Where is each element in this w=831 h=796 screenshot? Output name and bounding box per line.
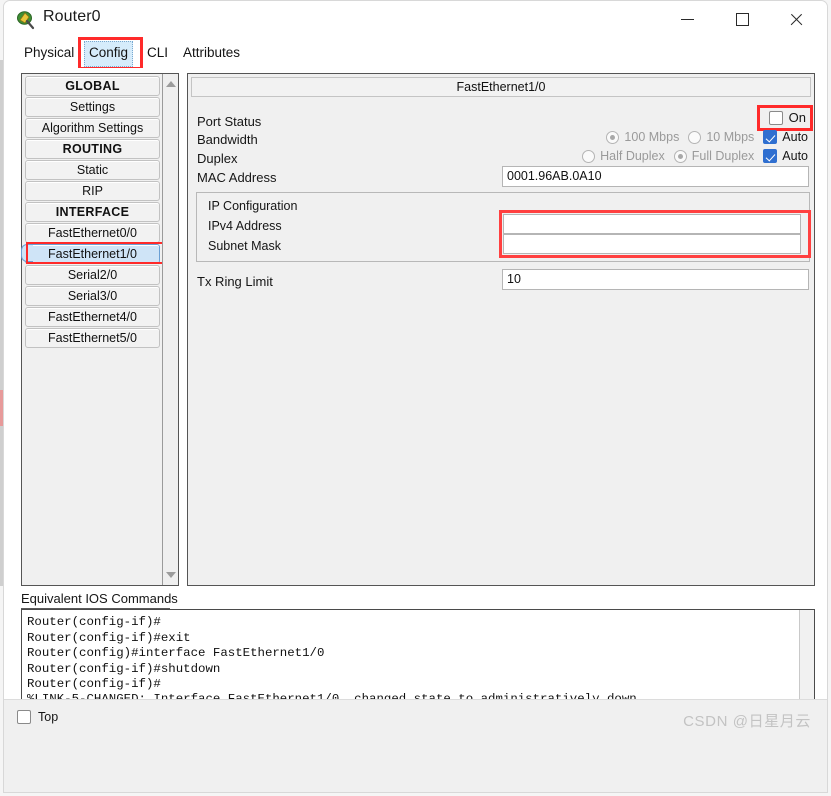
top-checkbox-group[interactable]: Top xyxy=(17,710,58,724)
sidebar-item-fastethernet1-0[interactable]: FastEthernet1/0 xyxy=(25,244,160,264)
config-sidebar: GLOBAL Settings Algorithm Settings ROUTI… xyxy=(21,73,179,586)
sidebar-item-serial3-0[interactable]: Serial3/0 xyxy=(25,286,160,306)
title-bar: Router0 xyxy=(4,1,827,38)
mac-address-field[interactable]: 0001.96AB.0A10 xyxy=(502,166,809,187)
top-checkbox[interactable] xyxy=(17,710,31,724)
top-label: Top xyxy=(38,710,59,724)
sidebar-item-list: GLOBAL Settings Algorithm Settings ROUTI… xyxy=(21,74,164,349)
label-bandwidth: Bandwidth xyxy=(197,132,258,147)
sidebar-item-fastethernet5-0[interactable]: FastEthernet5/0 xyxy=(25,328,160,348)
minimize-icon xyxy=(680,19,694,20)
tab-cli[interactable]: CLI xyxy=(143,41,172,65)
checkbox-bandwidth-auto[interactable] xyxy=(763,130,778,144)
port-status-checkbox[interactable] xyxy=(768,110,783,125)
interface-config-panel: FastEthernet1/0 Port Status Bandwidth Du… xyxy=(187,73,815,586)
window-footer: Top CSDN @日星月云 xyxy=(4,699,827,792)
label-ipv4-address: IPv4 Address xyxy=(208,219,282,233)
window-content: GLOBAL Settings Algorithm Settings ROUTI… xyxy=(4,68,827,792)
tab-attributes[interactable]: Attributes xyxy=(179,41,244,65)
router-config-window: Router0 Physical Config CLI Attributes G… xyxy=(3,0,828,793)
label-mac-address: MAC Address xyxy=(197,170,277,185)
sidebar-item-fastethernet0-0[interactable]: FastEthernet0/0 xyxy=(25,223,160,243)
subnet-mask-input[interactable] xyxy=(503,234,801,254)
tab-bar: Physical Config CLI Attributes xyxy=(4,37,827,70)
label-port-status: Port Status xyxy=(197,114,262,129)
radio-half-duplex[interactable] xyxy=(582,149,596,163)
minimize-button[interactable] xyxy=(664,1,710,38)
port-status-toggle-group[interactable]: On xyxy=(768,110,806,125)
scroll-down-button[interactable] xyxy=(163,567,178,583)
label-bandwidth-100mbps: 100 Mbps xyxy=(624,130,680,144)
sidebar-scrollbar[interactable] xyxy=(162,74,178,585)
radio-bandwidth-100mbps[interactable] xyxy=(606,130,620,144)
tab-physical[interactable]: Physical xyxy=(20,41,78,65)
triangle-up-icon xyxy=(165,81,176,87)
sidebar-item-settings[interactable]: Settings xyxy=(25,97,160,117)
router-device-icon xyxy=(16,10,36,30)
sidebar-item-serial2-0[interactable]: Serial2/0 xyxy=(25,265,160,285)
ipv4-address-input[interactable] xyxy=(503,214,801,234)
radio-bandwidth-10mbps[interactable] xyxy=(688,130,702,144)
sidebar-item-static[interactable]: Static xyxy=(25,160,160,180)
scroll-up-button[interactable] xyxy=(163,76,178,92)
sidebar-header-global: GLOBAL xyxy=(25,76,160,96)
label-bandwidth-10mbps: 10 Mbps xyxy=(706,130,755,144)
selection-knob-icon xyxy=(21,244,33,262)
watermark-text: CSDN @日星月云 xyxy=(683,713,811,730)
maximize-button[interactable] xyxy=(719,1,765,38)
bandwidth-options-row: 100 Mbps 10 Mbps Auto xyxy=(606,130,808,144)
duplex-options-row: Half Duplex Full Duplex Auto xyxy=(582,149,808,163)
sidebar-header-routing: ROUTING xyxy=(25,139,160,159)
sidebar-item-algorithm-settings[interactable]: Algorithm Settings xyxy=(25,118,160,138)
label-full-duplex: Full Duplex xyxy=(691,149,755,163)
sidebar-item-rip[interactable]: RIP xyxy=(25,181,160,201)
sidebar-item-fastethernet1-0-wrapper: FastEthernet1/0 xyxy=(21,242,164,264)
label-duplex: Duplex xyxy=(197,151,238,166)
equivalent-ios-commands-label: Equivalent IOS Commands xyxy=(21,591,178,606)
checkbox-duplex-auto[interactable] xyxy=(763,149,778,163)
label-bandwidth-auto: Auto xyxy=(782,130,808,144)
triangle-down-icon xyxy=(165,572,176,578)
radio-full-duplex[interactable] xyxy=(673,149,687,163)
port-status-on-label: On xyxy=(788,110,806,125)
ip-configuration-title: IP Configuration xyxy=(208,199,298,213)
sidebar-header-interface: INTERFACE xyxy=(25,202,160,222)
maximize-icon xyxy=(735,13,749,26)
annotation-box-config-tab xyxy=(78,37,143,70)
close-button[interactable] xyxy=(773,1,819,38)
ip-configuration-group: IP Configuration IPv4 Address Subnet Mas… xyxy=(196,192,811,262)
panel-header-title: FastEthernet1/0 xyxy=(191,77,811,97)
sidebar-item-fastethernet4-0[interactable]: FastEthernet4/0 xyxy=(25,307,160,327)
label-half-duplex: Half Duplex xyxy=(600,149,665,163)
window-title: Router0 xyxy=(43,8,101,25)
tx-ring-limit-field[interactable]: 10 xyxy=(502,269,809,290)
label-subnet-mask: Subnet Mask xyxy=(208,239,281,253)
label-tx-ring-limit: Tx Ring Limit xyxy=(197,274,273,289)
label-duplex-auto: Auto xyxy=(782,149,808,163)
close-icon xyxy=(790,13,803,26)
